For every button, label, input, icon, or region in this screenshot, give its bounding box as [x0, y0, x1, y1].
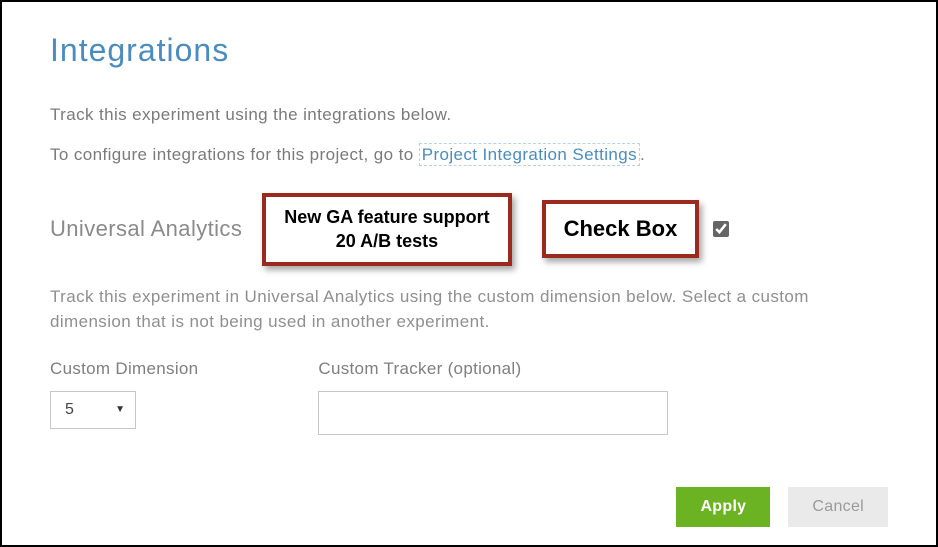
config-text: To configure integrations for this proje… [50, 145, 888, 165]
config-prefix: To configure integrations for this proje… [50, 145, 419, 164]
custom-dimension-select[interactable]: 5 [50, 391, 136, 429]
universal-analytics-checkbox[interactable] [713, 221, 729, 237]
custom-tracker-input[interactable] [318, 391, 668, 435]
ga-callout-line1: New GA feature support [284, 205, 489, 229]
custom-tracker-col: Custom Tracker (optional) [318, 359, 668, 435]
button-row: Apply Cancel [676, 487, 888, 527]
config-suffix: . [640, 145, 645, 164]
custom-dimension-label: Custom Dimension [50, 359, 198, 379]
analytics-helper-text: Track this experiment in Universal Analy… [50, 284, 888, 335]
integrations-panel: Integrations Track this experiment using… [2, 2, 936, 435]
track-description: Track this experiment using the integrat… [50, 105, 888, 125]
apply-button[interactable]: Apply [676, 487, 770, 527]
cancel-button[interactable]: Cancel [788, 487, 888, 527]
project-integration-settings-link[interactable]: Project Integration Settings [419, 143, 640, 166]
universal-analytics-heading: Universal Analytics [50, 216, 242, 242]
custom-dimension-col: Custom Dimension 5 [50, 359, 198, 435]
checkbox-callout: Check Box [542, 200, 700, 258]
form-row: Custom Dimension 5 Custom Tracker (optio… [50, 359, 888, 435]
custom-dimension-value: 5 [65, 401, 74, 419]
page-title: Integrations [50, 32, 888, 69]
ga-callout-line2: 20 A/B tests [284, 229, 489, 253]
ga-feature-callout: New GA feature support 20 A/B tests [262, 193, 511, 266]
custom-tracker-label: Custom Tracker (optional) [318, 359, 668, 379]
universal-analytics-row: Universal Analytics New GA feature suppo… [50, 193, 888, 266]
